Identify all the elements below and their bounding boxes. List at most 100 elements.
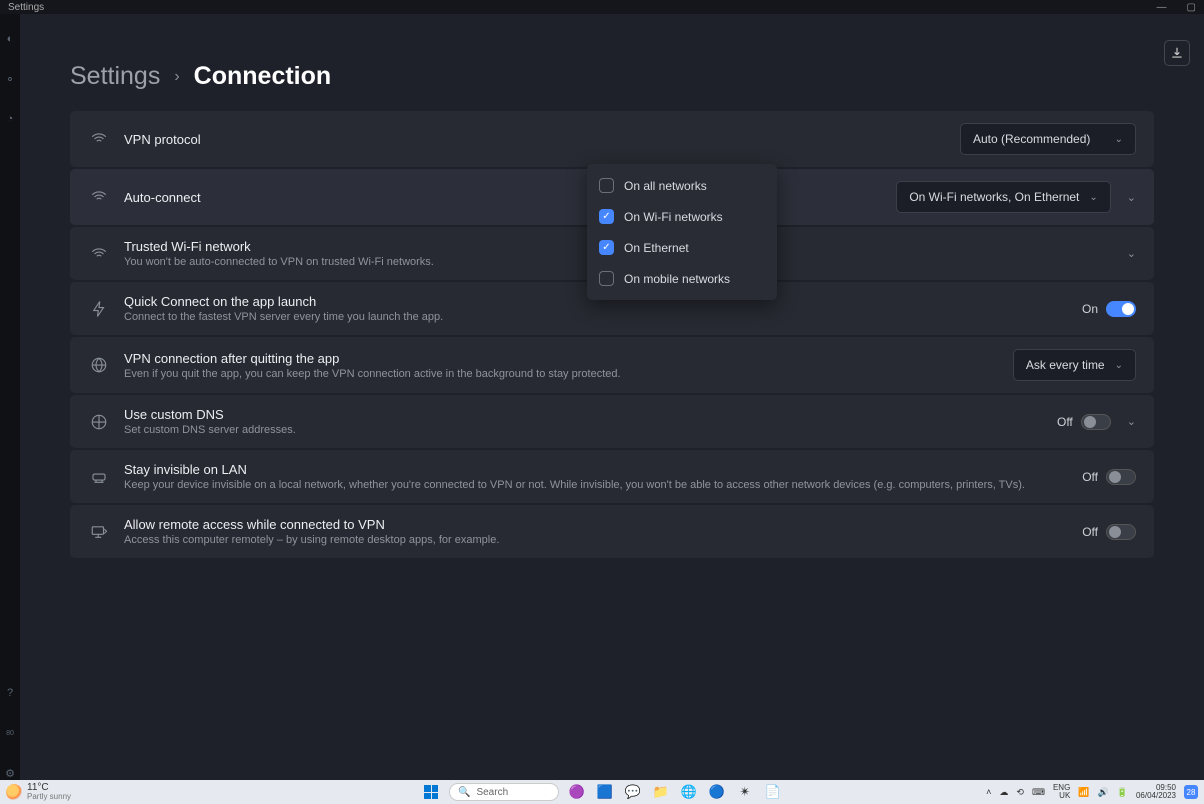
settings-content: Settings › Connection VPN protocol Auto … (20, 14, 1204, 780)
window-title: Settings (8, 2, 44, 13)
invisible-lan-toggle[interactable] (1106, 469, 1136, 485)
custom-dns-state: Off (1057, 415, 1073, 429)
remote-access-toggle[interactable] (1106, 524, 1136, 540)
tray-notifications[interactable]: 28 (1184, 785, 1198, 799)
app-sidebar: ◐ ⚬ ◔ ? 80 ⚙ (0, 14, 20, 780)
row-custom-dns: Use custom DNS Set custom DNS server add… (70, 395, 1154, 448)
sidebar-settings-icon[interactable]: ⚙ (3, 766, 17, 780)
taskbar-search[interactable]: 🔍 Search (449, 783, 559, 801)
sidebar-icon-globe[interactable]: ◔ (3, 112, 17, 126)
vpn-protocol-title: VPN protocol (124, 132, 960, 147)
custom-dns-toggle[interactable] (1081, 414, 1111, 430)
invisible-lan-title: Stay invisible on LAN (124, 462, 1082, 477)
dropdown-item-ethernet[interactable]: ✓ On Ethernet (587, 232, 777, 263)
chevron-down-icon: ⌄ (1115, 134, 1123, 145)
taskbar-weather-desc: Partly sunny (27, 793, 71, 801)
after-quit-title: VPN connection after quitting the app (124, 351, 1013, 366)
tray-chevron-up-icon[interactable]: ˄ (986, 787, 991, 797)
settings-panel: VPN protocol Auto (Recommended) ⌄ Auto-c… (70, 111, 1154, 558)
dropdown-label: On Ethernet (624, 241, 689, 255)
auto-connect-title: Auto-connect (124, 190, 896, 205)
row-vpn-protocol: VPN protocol Auto (Recommended) ⌄ (70, 111, 1154, 167)
invisible-lan-state: Off (1082, 470, 1098, 484)
breadcrumb: Settings › Connection (20, 14, 1204, 111)
tray-keyboard-icon[interactable]: ⌨ (1032, 787, 1045, 798)
after-quit-select[interactable]: Ask every time ⌄ (1013, 349, 1136, 381)
tray-clock[interactable]: 09:50 06/04/2023 (1136, 784, 1176, 800)
remote-access-title: Allow remote access while connected to V… (124, 517, 1082, 532)
vpn-protocol-select[interactable]: Auto (Recommended) ⌄ (960, 123, 1136, 155)
taskbar-app-purple[interactable]: 🟣 (567, 782, 587, 802)
quick-connect-toggle[interactable] (1106, 301, 1136, 317)
taskbar-weather[interactable]: 11°C Partly sunny (6, 783, 71, 801)
checkbox-unchecked[interactable] (599, 271, 614, 286)
minimize-button[interactable]: — (1157, 2, 1167, 13)
auto-connect-dropdown: On all networks ✓ On Wi-Fi networks ✓ On… (587, 164, 777, 300)
taskbar-app-explorer[interactable]: 📁 (651, 782, 671, 802)
maximize-button[interactable]: ▢ (1187, 2, 1196, 13)
auto-connect-selected: On Wi-Fi networks, On Ethernet (909, 190, 1079, 204)
sidebar-icon-stats[interactable]: 80 (3, 726, 17, 740)
expand-chevron[interactable]: ⌄ (1127, 191, 1136, 204)
window-titlebar: Settings — ▢ (0, 0, 1204, 14)
lightning-icon (88, 298, 110, 320)
wifi-icon (88, 186, 110, 208)
taskbar-center: 🔍 Search 🟣 🟦 💬 📁 🌐 🔵 ✴ 📄 (421, 782, 783, 802)
taskbar-tray: ˄ ☁ ⟲ ⌨ ENG UK 📶 🔊 🔋 09:50 06/04/2023 28 (986, 784, 1198, 800)
checkbox-checked[interactable]: ✓ (599, 209, 614, 224)
dropdown-label: On mobile networks (624, 272, 730, 286)
breadcrumb-current: Connection (194, 62, 332, 91)
taskbar-app-teams[interactable]: 💬 (623, 782, 643, 802)
remote-access-sub: Access this computer remotely – by using… (124, 534, 1082, 546)
sidebar-icon-people[interactable]: ⚬ (3, 72, 17, 86)
quick-connect-state: On (1082, 302, 1098, 316)
tray-cloud-icon[interactable]: ☁ (999, 787, 1008, 798)
row-invisible-lan: Stay invisible on LAN Keep your device i… (70, 450, 1154, 503)
chevron-down-icon: ⌄ (1115, 360, 1123, 371)
tray-battery-icon[interactable]: 🔋 (1117, 787, 1128, 798)
chevron-right-icon: › (174, 68, 179, 86)
tray-volume-icon[interactable]: 🔊 (1098, 787, 1109, 798)
taskbar-app-doc[interactable]: 📄 (763, 782, 783, 802)
start-button[interactable] (421, 782, 441, 802)
lan-icon (88, 466, 110, 488)
custom-dns-title: Use custom DNS (124, 407, 1057, 422)
expand-chevron[interactable]: ⌄ (1127, 247, 1136, 260)
search-icon: 🔍 (458, 787, 470, 798)
breadcrumb-parent[interactable]: Settings (70, 62, 160, 91)
taskbar-app-zoom[interactable]: 🟦 (595, 782, 615, 802)
checkbox-checked[interactable]: ✓ (599, 240, 614, 255)
dropdown-label: On all networks (624, 179, 707, 193)
sidebar-icon-shield[interactable]: ◐ (3, 32, 17, 46)
taskbar-search-placeholder: Search (476, 787, 508, 798)
row-after-quit: VPN connection after quitting the app Ev… (70, 337, 1154, 393)
dropdown-item-all-networks[interactable]: On all networks (587, 170, 777, 201)
sidebar-icon-help[interactable]: ? (3, 686, 17, 700)
taskbar-app-edge[interactable]: 🔵 (707, 782, 727, 802)
custom-dns-sub: Set custom DNS server addresses. (124, 424, 1057, 436)
wifi-signal-icon (88, 128, 110, 150)
quick-connect-sub: Connect to the fastest VPN server every … (124, 311, 1082, 323)
after-quit-selected: Ask every time (1026, 358, 1105, 372)
dropdown-item-mobile[interactable]: On mobile networks (587, 263, 777, 294)
windows-taskbar: 11°C Partly sunny 🔍 Search 🟣 🟦 💬 📁 🌐 🔵 ✴… (0, 780, 1204, 804)
weather-icon (6, 784, 22, 800)
tray-sync-icon[interactable]: ⟲ (1016, 787, 1024, 798)
dropdown-label: On Wi-Fi networks (624, 210, 723, 224)
checkbox-unchecked[interactable] (599, 178, 614, 193)
after-quit-sub: Even if you quit the app, you can keep t… (124, 368, 1013, 380)
auto-connect-select[interactable]: On Wi-Fi networks, On Ethernet ⌄ (896, 181, 1110, 213)
download-icon[interactable] (1164, 40, 1190, 66)
chevron-down-icon: ⌄ (1089, 192, 1097, 203)
taskbar-app-slack[interactable]: ✴ (735, 782, 755, 802)
vpn-protocol-selected: Auto (Recommended) (973, 132, 1090, 146)
dns-globe-icon (88, 411, 110, 433)
expand-chevron[interactable]: ⌄ (1127, 415, 1136, 428)
invisible-lan-sub: Keep your device invisible on a local ne… (124, 479, 1082, 491)
dropdown-item-wifi[interactable]: ✓ On Wi-Fi networks (587, 201, 777, 232)
remote-access-state: Off (1082, 525, 1098, 539)
taskbar-app-chrome[interactable]: 🌐 (679, 782, 699, 802)
desktop-icon (88, 521, 110, 543)
tray-wifi-icon[interactable]: 📶 (1078, 787, 1089, 798)
tray-language[interactable]: ENG UK (1053, 784, 1070, 800)
